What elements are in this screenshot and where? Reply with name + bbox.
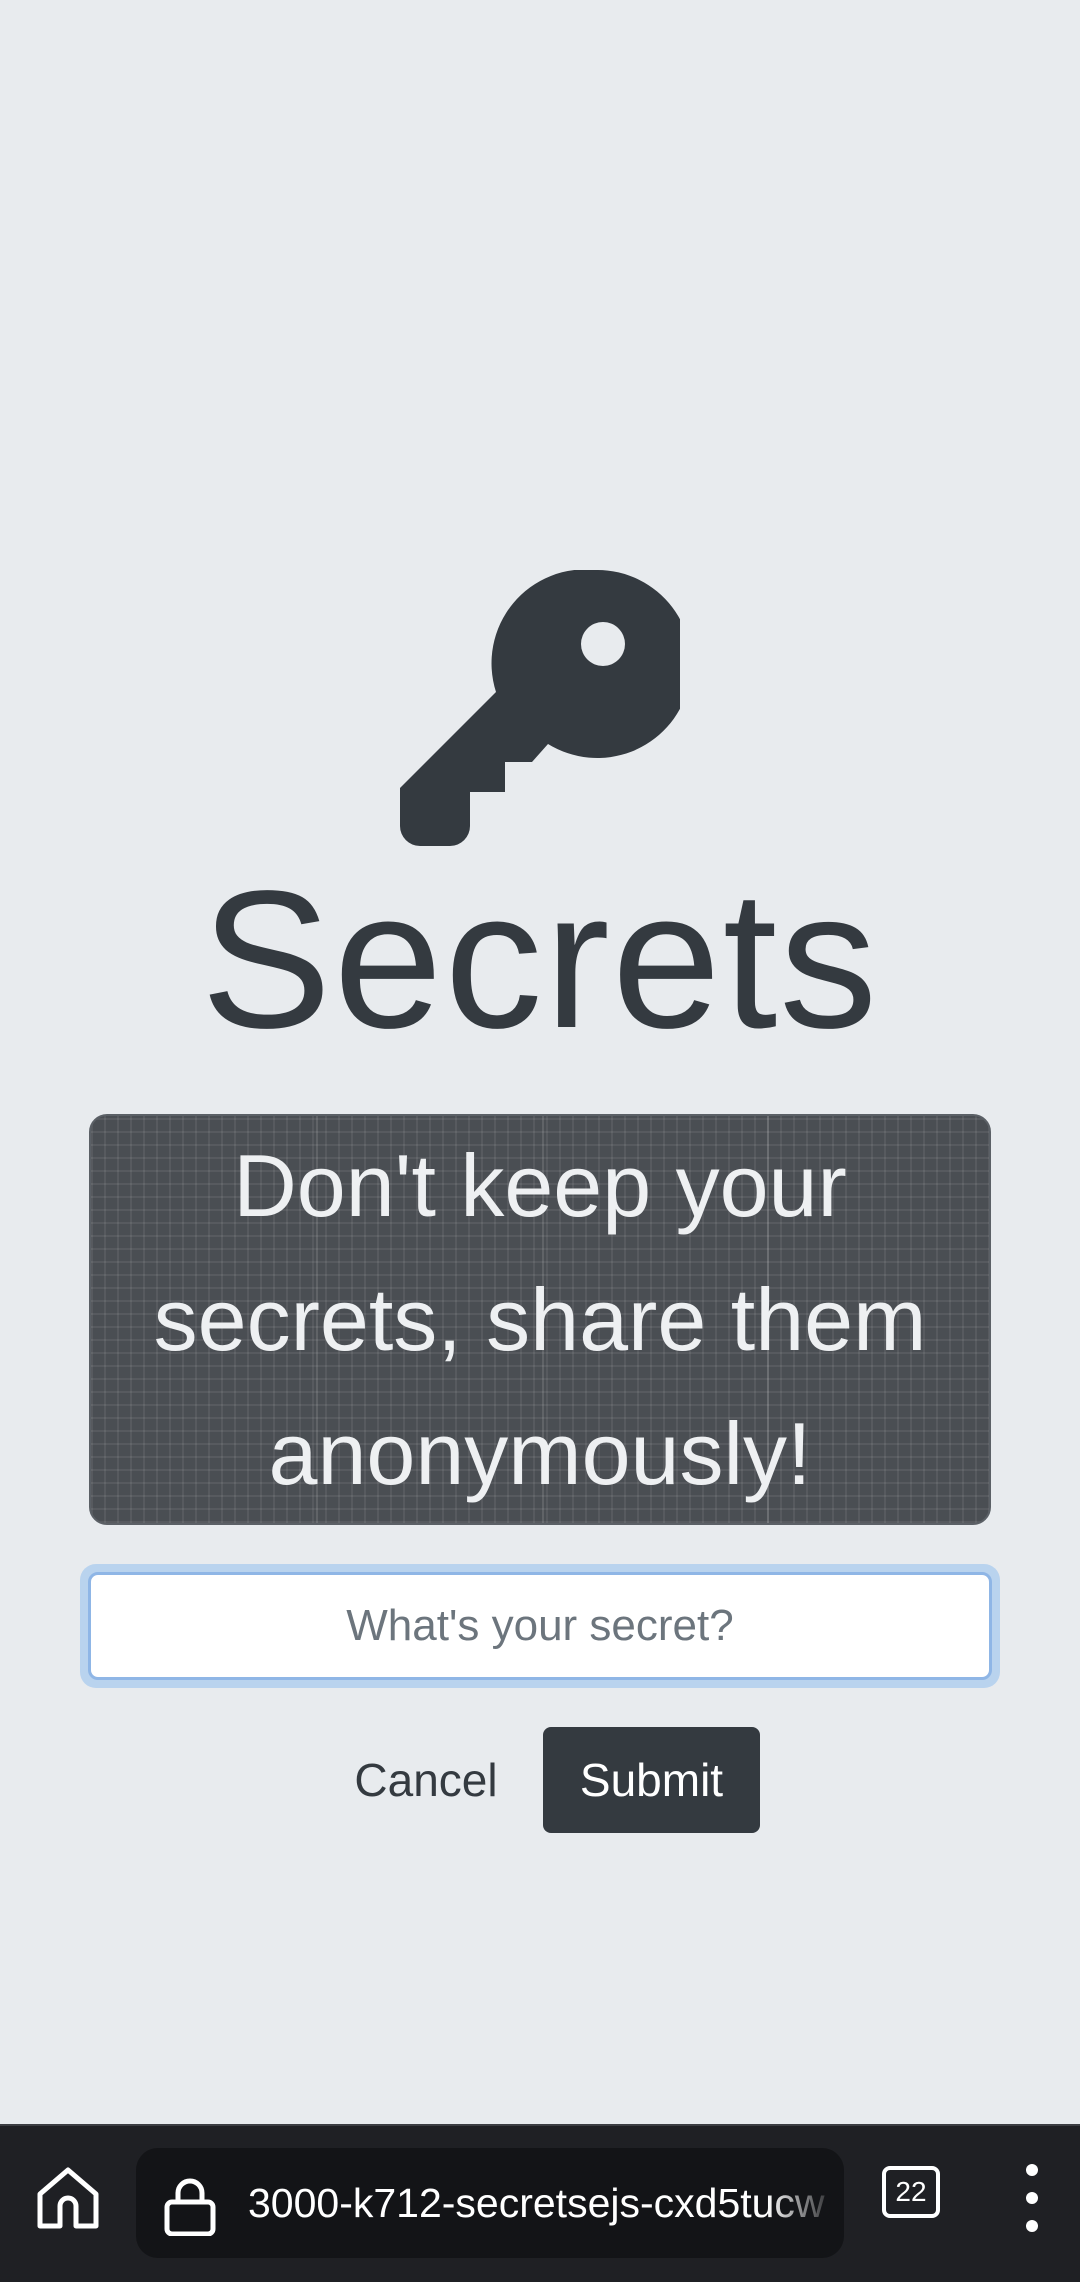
tab-switcher-button[interactable]: 22 bbox=[882, 2166, 940, 2218]
tagline-banner: Don't keep your secrets, share them anon… bbox=[89, 1114, 991, 1525]
url-text: 3000-k712-secretsejs-cxd5tucw bbox=[248, 2180, 825, 2226]
tagline-text: Don't keep your secrets, share them anon… bbox=[153, 1135, 927, 1503]
more-vert-icon[interactable] bbox=[1012, 2164, 1052, 2232]
cancel-button[interactable]: Cancel bbox=[340, 1727, 512, 1833]
submit-button[interactable]: Submit bbox=[543, 1727, 760, 1833]
menu-dot bbox=[1026, 2220, 1038, 2232]
menu-dot bbox=[1026, 2192, 1038, 2204]
secret-input[interactable] bbox=[88, 1572, 992, 1680]
address-bar[interactable]: 3000-k712-secretsejs-cxd5tucw bbox=[136, 2148, 844, 2258]
secret-input-focus-ring bbox=[80, 1564, 1000, 1688]
key-icon bbox=[400, 570, 680, 846]
page: Secrets Don't keep your secrets, share t… bbox=[0, 0, 1080, 2282]
browser-bottom-bar: 3000-k712-secretsejs-cxd5tucw 22 bbox=[0, 2124, 1080, 2282]
home-icon[interactable] bbox=[30, 2160, 106, 2236]
app-title: Secrets bbox=[200, 850, 880, 1069]
lock-icon bbox=[164, 2178, 216, 2236]
menu-dot bbox=[1026, 2164, 1038, 2176]
